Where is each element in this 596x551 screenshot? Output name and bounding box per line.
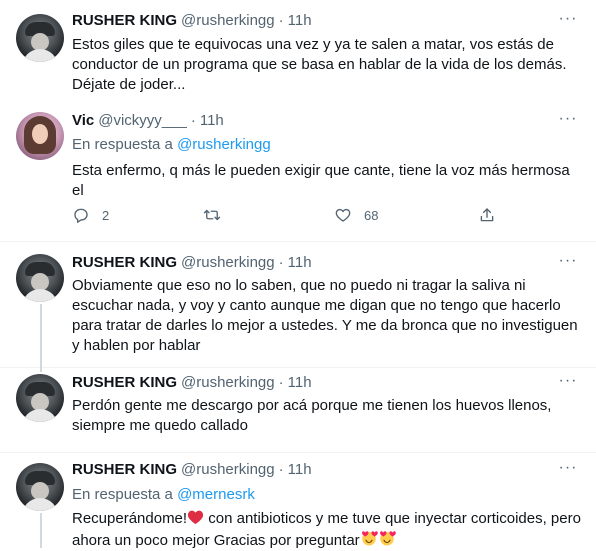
more-horizontal-icon[interactable]: ··· [558,253,578,272]
tweet-header: RUSHER KING @rusherkingg · 11h [72,374,312,391]
thread-line [40,513,42,548]
tweet-header: RUSHER KING @rusherkingg · 11h [72,461,312,478]
tweet-3[interactable]: RUSHER KING @rusherkingg · 11h ··· Obvia… [0,242,596,368]
more-horizontal-icon[interactable]: ··· [558,111,578,130]
tweet-header: RUSHER KING @rusherkingg · 11h [72,12,312,29]
reply-icon [74,208,88,223]
separator-dot: · [278,12,284,29]
tweet-1[interactable]: RUSHER KING @rusherkingg · 11h ··· Estos… [0,0,596,108]
reply-context: En respuesta a @rusherkingg [72,136,271,153]
avatar[interactable] [16,463,64,511]
timestamp[interactable]: 11h [288,461,312,478]
author-name[interactable]: RUSHER KING [72,254,177,271]
tweet-header: RUSHER KING @rusherkingg · 11h [72,254,312,271]
thread-line [40,304,42,368]
timestamp[interactable]: 11h [288,12,312,29]
smiling-face-with-hearts-emoji [379,531,396,546]
tweet-text: Recuperándome! con antibioticos y me tuv… [72,509,582,551]
author-handle[interactable]: @rusherkingg [181,461,275,478]
author-name[interactable]: RUSHER KING [72,461,177,478]
share-icon [480,208,494,222]
reply-prefix: En respuesta a [72,136,173,153]
tweet-2[interactable]: Vic @vickyyy___ · 11h ··· En respuesta a… [0,108,596,242]
reply-context: En respuesta a @mernesrk [72,486,255,503]
tweet-text: Obviamente que eso no lo saben, que no p… [72,277,578,354]
author-handle[interactable]: @rusherkingg [181,12,275,29]
like-icon [335,208,351,222]
tweet-text: Esta enfermo, q más le pueden exigir que… [72,162,570,199]
timestamp[interactable]: 11h [288,374,312,391]
reply-count: 2 [102,207,110,223]
author-handle[interactable]: @vickyyy___ [98,112,187,129]
separator-dot: · [278,461,284,478]
reply-button[interactable]: 2 [72,206,109,224]
tweet-4[interactable]: RUSHER KING @rusherkingg · 11h ··· Perdó… [0,368,596,453]
retweet-icon [203,209,221,221]
reply-to-link[interactable]: @mernesrk [177,486,255,503]
author-name[interactable]: RUSHER KING [72,12,177,29]
thread-line [40,368,42,372]
author-name[interactable]: Vic [72,112,94,129]
retweet-button[interactable] [203,206,221,224]
author-handle[interactable]: @rusherkingg [181,254,275,271]
smiling-face-with-hearts-emoji [361,531,378,546]
avatar[interactable] [16,254,64,302]
timestamp[interactable]: 11h [288,254,312,271]
author-handle[interactable]: @rusherkingg [181,374,275,391]
timestamp[interactable]: 11h [200,112,224,129]
tweet-text-part1: Recuperándome! [72,510,188,527]
avatar[interactable] [16,14,64,62]
tweet-text: Perdón gente me descargo por acá porque … [72,397,552,434]
more-horizontal-icon[interactable]: ··· [558,460,578,479]
separator-dot: · [278,254,284,271]
avatar[interactable] [16,374,64,422]
red-heart-emoji [188,510,204,525]
author-name[interactable]: RUSHER KING [72,374,177,391]
separator-dot: · [190,112,196,129]
tweet-5[interactable]: RUSHER KING @rusherkingg · 11h ··· En re… [0,453,596,551]
more-horizontal-icon[interactable]: ··· [558,11,578,30]
reply-prefix: En respuesta a [72,486,173,503]
reply-to-link[interactable]: @rusherkingg [177,136,271,153]
like-button[interactable]: 68 [334,206,378,224]
share-button[interactable] [478,206,496,224]
tweet-header: Vic @vickyyy___ · 11h [72,112,224,129]
separator-dot: · [278,374,284,391]
like-count: 68 [364,207,379,223]
action-bar: 2 68 [72,206,502,228]
more-horizontal-icon[interactable]: ··· [558,373,578,392]
tweet-text: Estos giles que te equivocas una vez y y… [72,36,567,93]
avatar[interactable] [16,112,64,160]
